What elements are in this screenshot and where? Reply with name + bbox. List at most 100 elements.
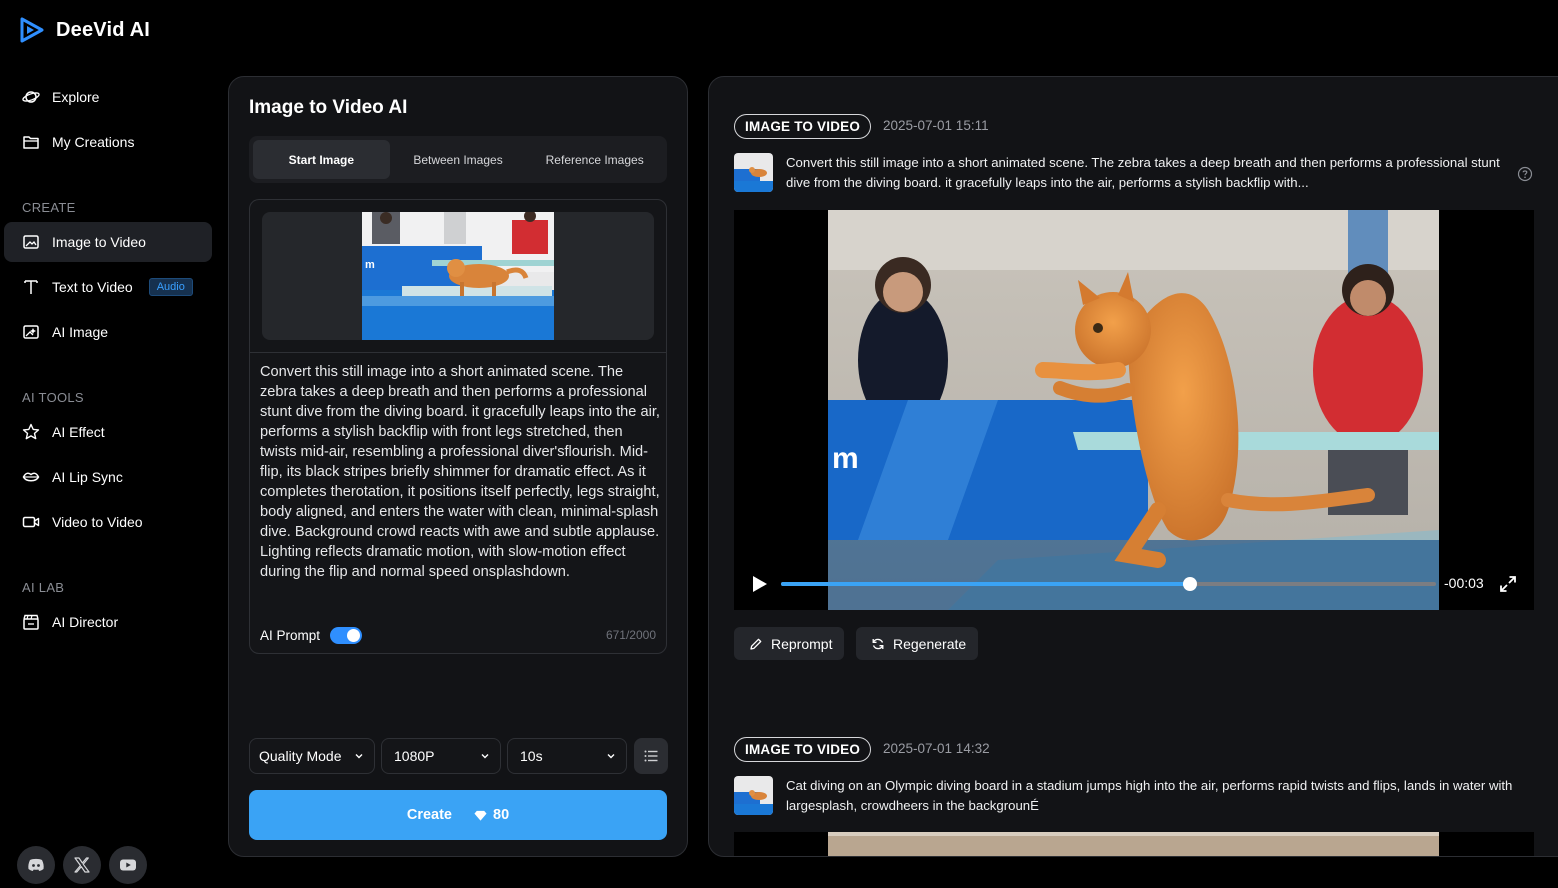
app-root: DeeVid AI Explore My Creations CREATE Im… — [0, 0, 1558, 888]
duration-value: 10s — [520, 748, 543, 764]
create-button[interactable]: Create 80 — [249, 790, 667, 840]
video-player[interactable]: m -00:03 — [734, 210, 1534, 610]
x-icon — [74, 857, 90, 873]
ai-prompt-toggle[interactable] — [330, 627, 363, 644]
video-camera-icon — [22, 516, 40, 528]
progress-track[interactable] — [781, 577, 1436, 591]
history-tag: IMAGE TO VIDEO — [734, 737, 872, 762]
ai-image-icon — [23, 325, 39, 339]
refresh-icon — [872, 638, 884, 649]
planet-icon — [22, 91, 40, 103]
svg-text:m: m — [832, 442, 859, 475]
sidebar-item-video-to-video[interactable]: Video to Video — [4, 502, 212, 542]
sidebar-item-image-to-video[interactable]: Image to Video — [4, 222, 212, 262]
section-label-ai-tools: AI TOOLS — [22, 390, 84, 405]
create-label: Create — [406, 807, 452, 823]
video-frame: m — [828, 210, 1439, 610]
fullscreen-icon[interactable] — [1499, 575, 1517, 593]
chevron-down-icon — [607, 754, 615, 759]
audio-badge: Audio — [148, 278, 193, 296]
brand-logo[interactable]: DeeVid AI — [18, 16, 150, 44]
sidebar: DeeVid AI Explore My Creations CREATE Im… — [0, 0, 220, 888]
section-label-create: CREATE — [22, 200, 76, 215]
ai-prompt-toggle-row: AI Prompt — [260, 627, 363, 644]
image-icon — [23, 235, 39, 249]
sidebar-item-ai-director[interactable]: AI Director — [4, 602, 212, 642]
tab-start-image[interactable]: Start Image — [253, 140, 390, 179]
history-prompt: Cat diving on an Olympic diving board in… — [786, 778, 1513, 813]
help-icon[interactable] — [1517, 166, 1533, 182]
chevron-down-icon — [481, 754, 489, 759]
sidebar-item-ai-lip-sync[interactable]: AI Lip Sync — [4, 457, 212, 497]
mode-tabs: Start Image Between Images Reference Ima… — [249, 136, 667, 183]
history-timestamp: 2025-07-01 15:11 — [883, 118, 989, 133]
youtube-icon — [120, 859, 136, 871]
svg-text:m: m — [365, 259, 375, 271]
sidebar-item-label: AI Image — [52, 324, 109, 340]
youtube-link[interactable] — [109, 846, 147, 884]
chevron-down-icon — [355, 754, 363, 759]
tab-between-images[interactable]: Between Images — [390, 140, 527, 179]
star-icon — [22, 423, 40, 440]
reprompt-label: Reprompt — [771, 635, 833, 652]
resolution-value: 1080P — [394, 748, 435, 764]
resolution-select[interactable]: 1080P — [381, 738, 501, 774]
duration-select[interactable]: 10s — [507, 738, 627, 774]
discord-icon — [28, 858, 44, 871]
mode-value: Quality Mode — [259, 748, 342, 764]
sidebar-item-label: AI Lip Sync — [52, 469, 123, 485]
text-icon — [24, 280, 38, 294]
progress-fill — [781, 582, 1191, 586]
section-label-ai-lab: AI LAB — [22, 580, 65, 595]
credit-cost-value: 80 — [493, 807, 510, 823]
prompt-input-box: m Convert this still image into a short … — [249, 199, 667, 654]
sidebar-item-label: AI Director — [52, 614, 119, 630]
history-prompt: Convert this still image into a short an… — [786, 155, 1500, 190]
video-player[interactable] — [734, 832, 1534, 856]
sidebar-item-my-creations[interactable]: My Creations — [4, 122, 212, 162]
list-icon — [644, 750, 658, 762]
start-image-dropzone[interactable]: m — [262, 212, 654, 340]
ai-prompt-label: AI Prompt — [260, 628, 321, 643]
prompt-textarea[interactable]: Convert this still image into a short an… — [260, 362, 660, 582]
sidebar-item-ai-image[interactable]: AI Image — [4, 312, 212, 352]
sidebar-item-ai-effect[interactable]: AI Effect — [4, 412, 212, 452]
history-timestamp: 2025-07-01 14:32 — [883, 741, 990, 756]
generator-panel: Image to Video AI Start Image Between Im… — [228, 76, 688, 857]
play-icon[interactable] — [752, 575, 768, 593]
tab-reference-images[interactable]: Reference Images — [526, 140, 663, 179]
history-thumbnail[interactable] — [734, 153, 773, 192]
x-link[interactable] — [63, 846, 101, 884]
sidebar-item-label: Text to Video — [52, 279, 133, 295]
deevid-logo-icon — [20, 17, 44, 43]
sidebar-item-label: Video to Video — [52, 514, 143, 530]
sidebar-item-explore[interactable]: Explore — [4, 77, 212, 117]
options-row: Quality Mode 1080P 10s — [249, 738, 668, 774]
diamond-icon — [474, 810, 487, 821]
credit-cost: 80 — [474, 807, 509, 823]
reprompt-button[interactable]: Reprompt — [734, 627, 845, 660]
history-tag: IMAGE TO VIDEO — [734, 114, 872, 139]
page-title: Image to Video AI — [249, 97, 408, 118]
sidebar-item-label: My Creations — [52, 134, 135, 150]
sidebar-item-text-to-video[interactable]: Text to Video Audio — [4, 267, 212, 307]
clapperboard-icon — [23, 614, 39, 630]
brand-name: DeeVid AI — [56, 18, 151, 41]
char-count: 671/2000 — [605, 628, 656, 642]
divider — [250, 352, 666, 353]
sidebar-item-label: Image to Video — [52, 234, 146, 250]
lips-icon — [22, 472, 40, 482]
regenerate-label: Regenerate — [893, 635, 967, 652]
time-remaining: -00:03 — [1444, 575, 1484, 591]
history-thumbnail[interactable] — [734, 776, 773, 815]
sidebar-item-label: Explore — [52, 89, 100, 105]
folder-icon — [23, 136, 39, 149]
sidebar-item-label: AI Effect — [52, 424, 105, 440]
start-image-preview: m — [362, 212, 554, 340]
history-panel: IMAGE TO VIDEO 2025-07-01 15:11 Convert … — [708, 76, 1558, 857]
pencil-icon — [750, 638, 762, 650]
advanced-settings-button[interactable] — [634, 738, 668, 774]
mode-select[interactable]: Quality Mode — [249, 738, 375, 774]
discord-link[interactable] — [17, 846, 55, 884]
regenerate-button[interactable]: Regenerate — [856, 627, 979, 660]
